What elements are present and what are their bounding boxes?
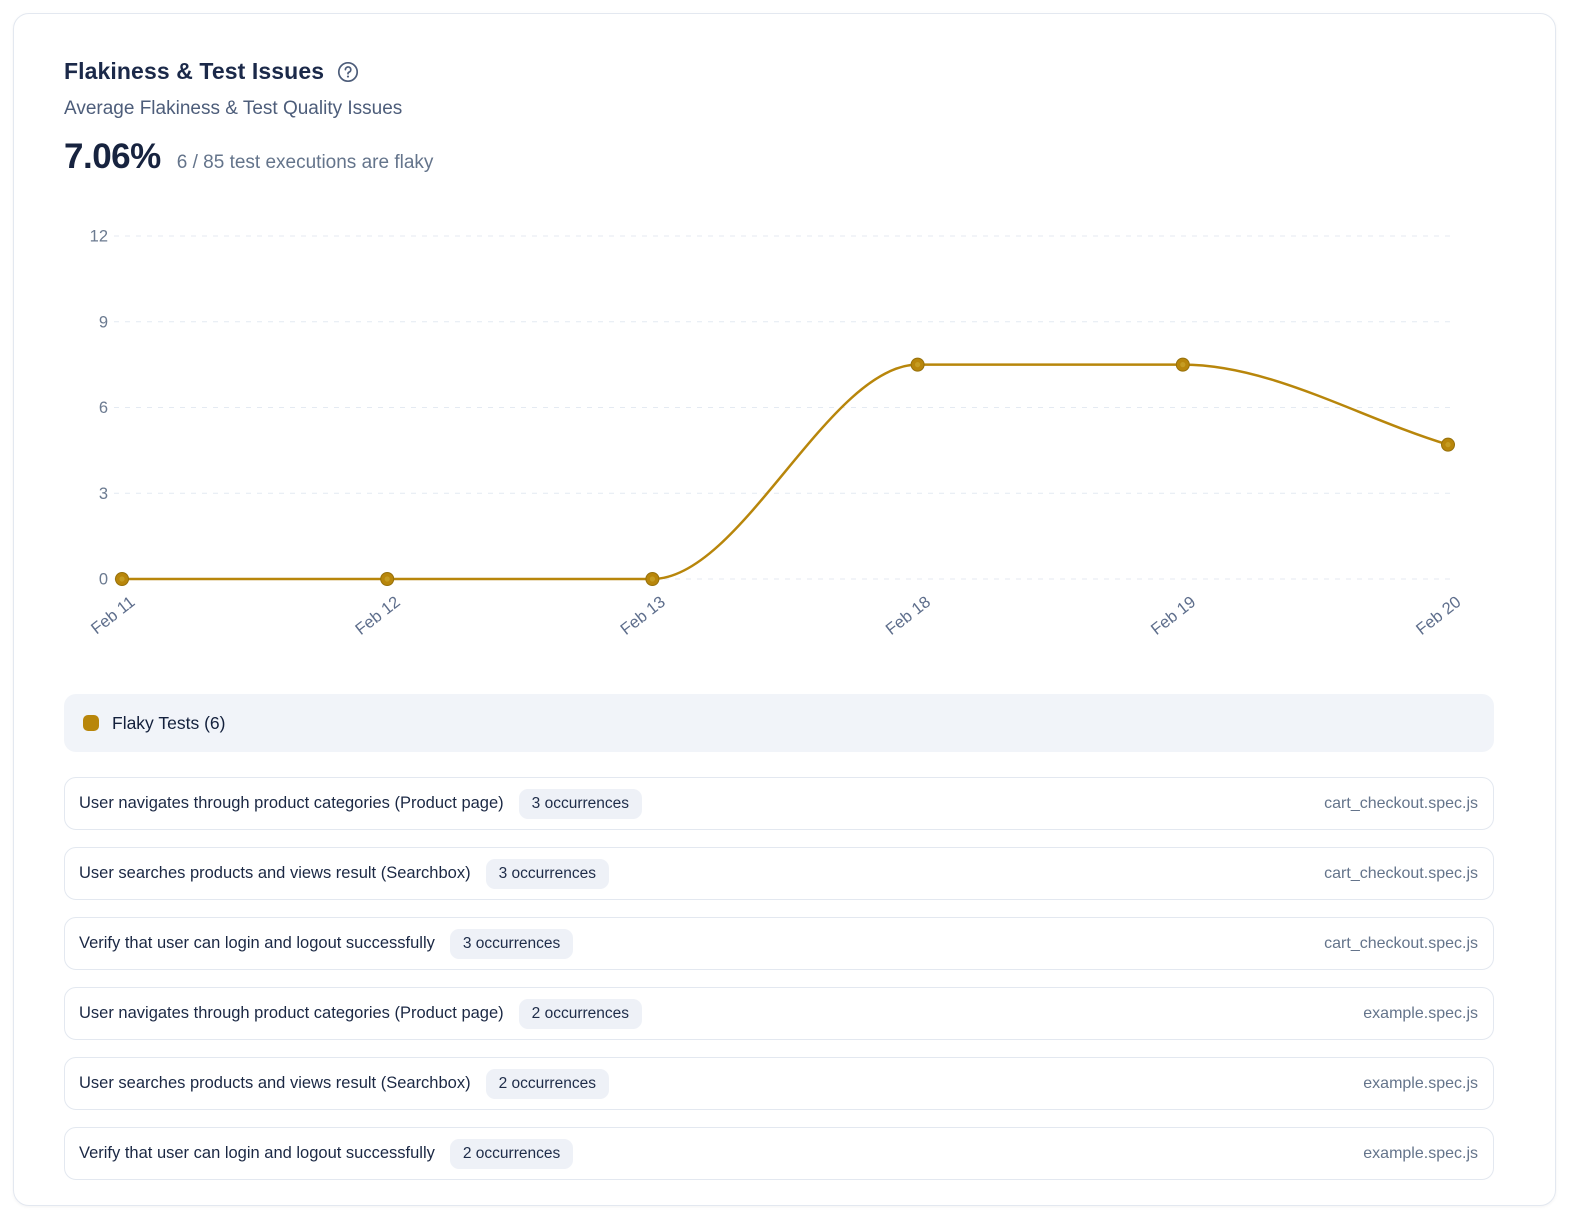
trend-line: [122, 365, 1448, 579]
legend-label: Flaky Tests (6): [112, 713, 225, 734]
test-name: User searches products and views result …: [79, 1074, 471, 1093]
x-axis-tick-label: Feb 11: [88, 593, 139, 638]
data-point-center: [915, 362, 920, 367]
x-axis-tick-label: Feb 13: [617, 593, 669, 639]
x-axis-tick-label: Feb 20: [1413, 593, 1465, 639]
test-name: User searches products and views result …: [79, 864, 471, 883]
spec-file-name: cart_checkout.spec.js: [1324, 795, 1478, 813]
flaky-test-row[interactable]: User searches products and views result …: [64, 1057, 1494, 1110]
test-name: User navigates through product categorie…: [79, 1004, 504, 1023]
legend-bar[interactable]: Flaky Tests (6): [64, 694, 1494, 752]
occurrences-badge: 2 occurrences: [450, 1139, 573, 1169]
y-axis-tick-label: 12: [90, 228, 108, 246]
spec-file-name: cart_checkout.spec.js: [1324, 865, 1478, 883]
occurrences-badge: 2 occurrences: [519, 999, 642, 1029]
flaky-test-list: User navigates through product categorie…: [64, 777, 1494, 1197]
flaky-test-row[interactable]: User navigates through product categorie…: [64, 987, 1494, 1040]
data-point-center: [1445, 442, 1450, 447]
stat-caption: 6 / 85 test executions are flaky: [177, 152, 434, 174]
y-axis-tick-label: 9: [99, 313, 108, 331]
help-icon[interactable]: [336, 60, 360, 84]
spec-file-name: cart_checkout.spec.js: [1324, 935, 1478, 953]
y-axis-tick-label: 0: [99, 571, 108, 589]
test-name: User navigates through product categorie…: [79, 794, 504, 813]
page-title: Flakiness & Test Issues: [64, 58, 324, 85]
occurrences-badge: 3 occurrences: [486, 859, 609, 889]
test-name: Verify that user can login and logout su…: [79, 934, 435, 953]
flaky-test-row[interactable]: Verify that user can login and logout su…: [64, 917, 1494, 970]
x-axis-tick-label: Feb 12: [352, 593, 404, 639]
legend-swatch-icon: [83, 715, 99, 731]
y-axis-tick-label: 3: [99, 485, 108, 503]
line-chart-svg: 0 3 6 9 12 Feb 11 Feb 12 Feb 13 Feb 18 Feb 19 Feb …: [64, 204, 1494, 674]
flaky-test-row[interactable]: Verify that user can login and logout su…: [64, 1127, 1494, 1180]
spec-file-name: example.spec.js: [1363, 1145, 1478, 1163]
stat-value: 7.06%: [64, 137, 161, 177]
x-axis-tick-label: Feb 19: [1148, 593, 1200, 639]
data-point-center: [119, 576, 124, 581]
occurrences-badge: 3 occurrences: [519, 789, 642, 819]
occurrences-badge: 2 occurrences: [486, 1069, 609, 1099]
x-axis-tick-label: Feb 18: [882, 593, 934, 639]
card-header: Flakiness & Test Issues Average Flakines…: [64, 58, 433, 177]
card-subtitle: Average Flakiness & Test Quality Issues: [64, 98, 433, 120]
flakiness-card: Flakiness & Test Issues Average Flakines…: [13, 13, 1556, 1206]
y-axis-tick-label: 6: [99, 399, 108, 417]
spec-file-name: example.spec.js: [1363, 1075, 1478, 1093]
data-point-center: [650, 576, 655, 581]
test-name: Verify that user can login and logout su…: [79, 1144, 435, 1163]
occurrences-badge: 3 occurrences: [450, 929, 573, 959]
flaky-test-row[interactable]: User searches products and views result …: [64, 847, 1494, 900]
data-point-center: [1180, 362, 1185, 367]
spec-file-name: example.spec.js: [1363, 1005, 1478, 1023]
flaky-test-row[interactable]: User navigates through product categorie…: [64, 777, 1494, 830]
flakiness-chart: 0 3 6 9 12 Feb 11 Feb 12 Feb 13 Feb 18 Feb 19 Feb …: [64, 204, 1494, 674]
data-point-center: [385, 576, 390, 581]
